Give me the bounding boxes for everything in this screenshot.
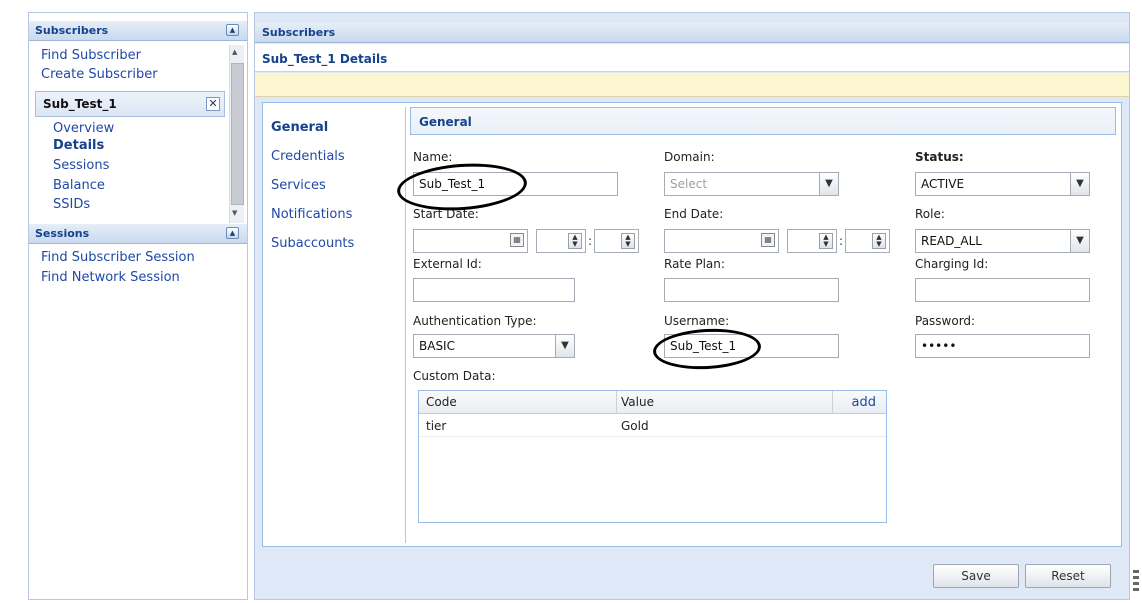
find-network-session-link[interactable]: Find Network Session	[41, 270, 180, 285]
sessions-panel-title: Sessions	[35, 227, 90, 240]
main-header: Subscribers	[255, 23, 1129, 43]
sidebar-scrollbar[interactable]: ▲ ▼	[229, 45, 244, 223]
row-value: Gold	[621, 419, 649, 433]
start-date-field[interactable]: ▦	[413, 229, 528, 253]
time-separator: :	[839, 234, 844, 248]
column-header-code[interactable]: Code	[426, 395, 457, 409]
tab-subaccounts[interactable]: Subaccounts	[271, 236, 354, 251]
tab-credentials[interactable]: Credentials	[271, 149, 345, 164]
column-header-value[interactable]: Value	[621, 395, 654, 409]
grid-header: Code Value add	[419, 391, 886, 414]
spinner-arrows-icon[interactable]: ▲ ▼	[568, 233, 582, 249]
sidebar-item-overview[interactable]: Overview	[53, 121, 114, 136]
collapse-up-icon[interactable]: ▲	[226, 24, 239, 36]
collapse-up-icon[interactable]: ▲	[226, 227, 239, 239]
annotation-ellipse-name	[395, 159, 529, 215]
subscribers-panel-header[interactable]: Subscribers ▲	[29, 21, 247, 41]
chevron-down-icon[interactable]: ▼	[1070, 229, 1090, 253]
external-id-field[interactable]	[413, 278, 575, 302]
domain-select[interactable]: Select ▼	[664, 172, 839, 196]
sidebar-item-sessions[interactable]: Sessions	[53, 158, 109, 173]
auth-type-label: Authentication Type:	[413, 314, 537, 328]
sidebar-item-ssids[interactable]: SSIDs	[53, 197, 90, 212]
scrollbar-thumb[interactable]	[231, 63, 244, 205]
start-hour-stepper[interactable]: ▲ ▼	[536, 229, 586, 253]
nav-divider	[405, 107, 406, 543]
status-label: Status:	[915, 150, 964, 164]
rate-plan-field[interactable]	[664, 278, 839, 302]
status-select[interactable]: ACTIVE ▼	[915, 172, 1090, 196]
spinner-arrows-icon[interactable]: ▲ ▼	[819, 233, 833, 249]
selected-subscriber-tab[interactable]: Sub_Test_1 ✕	[35, 91, 225, 117]
save-button[interactable]: Save	[933, 564, 1019, 588]
tab-services[interactable]: Services	[271, 178, 326, 193]
end-minute-stepper[interactable]: ▲ ▼	[845, 229, 890, 253]
calendar-icon[interactable]: ▦	[761, 233, 775, 247]
spinner-arrows-icon[interactable]: ▲ ▼	[872, 233, 886, 249]
username-label: Username:	[664, 314, 730, 328]
reset-button[interactable]: Reset	[1025, 564, 1111, 588]
find-subscriber-session-link[interactable]: Find Subscriber Session	[41, 250, 195, 265]
status-select-value: ACTIVE	[921, 177, 965, 191]
charging-id-field[interactable]	[915, 278, 1090, 302]
end-hour-stepper[interactable]: ▲ ▼	[787, 229, 837, 253]
create-subscriber-link[interactable]: Create Subscriber	[41, 67, 158, 82]
custom-data-grid: Code Value add tier Gold	[418, 390, 887, 523]
charging-id-label: Charging Id:	[915, 257, 989, 271]
column-separator	[616, 391, 617, 414]
end-date-field[interactable]: ▦	[664, 229, 779, 253]
find-subscriber-link[interactable]: Find Subscriber	[41, 48, 141, 63]
password-label: Password:	[915, 314, 976, 328]
sidebar-item-details[interactable]: Details	[53, 138, 104, 153]
page-title: Sub_Test_1 Details	[255, 44, 1129, 72]
rate-plan-label: Rate Plan:	[664, 257, 725, 271]
password-field[interactable]: •••••	[915, 334, 1090, 358]
scroll-up-icon[interactable]: ▲	[232, 48, 237, 56]
table-row[interactable]: tier Gold	[419, 415, 886, 437]
figure-id-mark	[1133, 570, 1141, 600]
role-select-value: READ_ALL	[921, 234, 982, 248]
chevron-down-icon[interactable]: ▼	[819, 172, 839, 196]
spinner-arrows-icon[interactable]: ▲ ▼	[621, 233, 635, 249]
start-minute-stepper[interactable]: ▲ ▼	[594, 229, 639, 253]
tab-general[interactable]: General	[271, 120, 328, 135]
tab-notifications[interactable]: Notifications	[271, 207, 352, 222]
chevron-down-icon[interactable]: ▼	[1070, 172, 1090, 196]
custom-data-label: Custom Data:	[413, 369, 496, 383]
calendar-icon[interactable]: ▦	[510, 233, 524, 247]
sessions-panel-header[interactable]: Sessions ▲	[29, 224, 247, 244]
sidebar: Subscribers ▲ Find Subscriber Create Sub…	[28, 12, 248, 600]
details-container: General Credentials Services Notificatio…	[262, 102, 1122, 547]
role-select[interactable]: READ_ALL ▼	[915, 229, 1090, 253]
auth-type-select-value: BASIC	[419, 339, 455, 353]
notification-bar	[255, 73, 1129, 97]
external-id-label: External Id:	[413, 257, 482, 271]
column-separator	[832, 391, 833, 414]
selected-subscriber-label: Sub_Test_1	[43, 97, 117, 111]
form-section-header: General	[410, 107, 1116, 135]
name-label: Name:	[413, 150, 453, 164]
domain-select-value: Select	[670, 177, 708, 191]
scroll-down-icon[interactable]: ▼	[232, 209, 237, 217]
main-panel: Subscribers Sub_Test_1 Details General C…	[254, 12, 1130, 600]
end-date-label: End Date:	[664, 207, 724, 221]
sidebar-item-balance[interactable]: Balance	[53, 178, 105, 193]
close-icon[interactable]: ✕	[206, 97, 220, 111]
domain-label: Domain:	[664, 150, 715, 164]
auth-type-select[interactable]: BASIC ▼	[413, 334, 575, 358]
time-separator: :	[588, 234, 593, 248]
row-code: tier	[426, 419, 447, 433]
role-label: Role:	[915, 207, 945, 221]
add-row-link[interactable]: add	[852, 395, 876, 410]
chevron-down-icon[interactable]: ▼	[555, 334, 575, 358]
subscribers-panel-title: Subscribers	[35, 24, 109, 37]
